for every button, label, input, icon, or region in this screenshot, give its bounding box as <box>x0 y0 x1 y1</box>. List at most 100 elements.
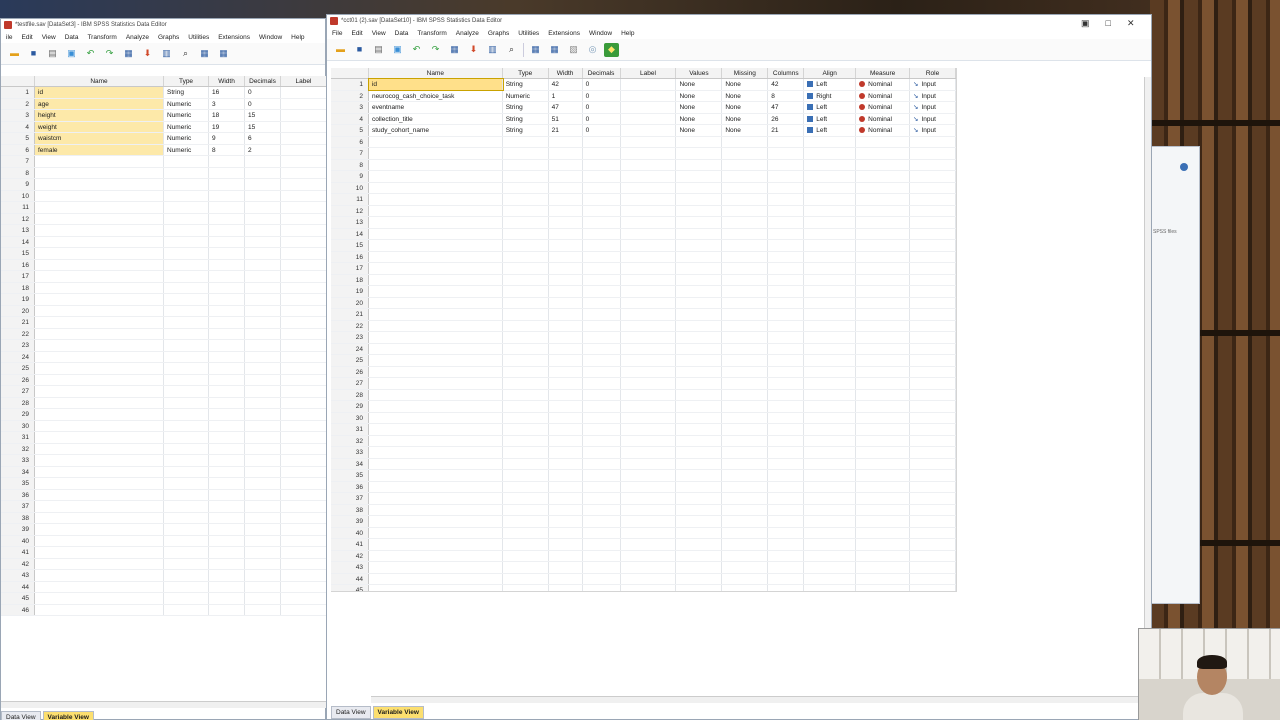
row-number[interactable]: 36 <box>331 481 369 492</box>
cell-measure[interactable]: Nominal <box>856 102 911 113</box>
cell-name[interactable] <box>35 271 164 282</box>
cell-missing[interactable] <box>722 343 769 354</box>
cell-type[interactable] <box>164 512 209 523</box>
cell-type[interactable]: Numeric <box>164 133 209 144</box>
cell-width[interactable] <box>209 432 245 443</box>
cell-type[interactable] <box>503 366 549 377</box>
row-number[interactable]: 2 <box>331 90 369 101</box>
table-row[interactable]: 18 <box>331 274 956 286</box>
cell-label[interactable] <box>281 512 327 523</box>
cell-role[interactable] <box>910 504 956 515</box>
cell-role[interactable] <box>910 389 956 400</box>
cell-label[interactable] <box>281 213 327 224</box>
cell-label[interactable] <box>281 271 327 282</box>
row-number[interactable]: 14 <box>1 236 35 247</box>
cell-label[interactable] <box>281 501 327 512</box>
cell-missing[interactable] <box>722 366 769 377</box>
cell-align[interactable] <box>804 286 857 297</box>
cell-values[interactable] <box>676 539 723 550</box>
cell-name[interactable] <box>369 343 503 354</box>
col-header-label[interactable]: Label <box>281 76 327 86</box>
cell-values[interactable]: None <box>676 79 723 90</box>
cell-width[interactable] <box>549 217 583 228</box>
cell-columns[interactable] <box>768 516 805 527</box>
cell-label[interactable] <box>621 297 677 308</box>
cell-label[interactable] <box>281 604 327 615</box>
row-number[interactable]: 22 <box>331 320 369 331</box>
cell-columns[interactable] <box>768 585 805 591</box>
cell-type[interactable] <box>503 136 549 147</box>
cell-width[interactable] <box>549 182 583 193</box>
cell-decimals[interactable] <box>583 539 621 550</box>
cell-columns[interactable] <box>768 217 805 228</box>
cell-missing[interactable] <box>722 481 769 492</box>
row-number[interactable]: 26 <box>331 366 369 377</box>
cell-values[interactable] <box>676 493 723 504</box>
cell-width[interactable] <box>549 320 583 331</box>
table-row[interactable]: 7 <box>1 156 327 168</box>
cell-decimals[interactable]: 0 <box>583 102 621 113</box>
cell-align[interactable] <box>804 263 857 274</box>
cell-decimals[interactable] <box>245 351 281 362</box>
cell-name[interactable] <box>369 447 503 458</box>
row-number[interactable]: 23 <box>331 332 369 343</box>
cell-name[interactable]: female <box>35 144 164 155</box>
cell-type[interactable] <box>164 225 209 236</box>
cell-role[interactable]: ↘ Input <box>910 79 956 90</box>
cell-label[interactable] <box>281 455 327 466</box>
table-row[interactable]: 39 <box>331 516 956 528</box>
row-number[interactable]: 21 <box>331 309 369 320</box>
cell-align[interactable]: Right <box>804 90 857 101</box>
cell-type[interactable] <box>503 228 549 239</box>
cell-decimals[interactable] <box>583 389 621 400</box>
col-header-type[interactable]: Type <box>503 68 549 78</box>
cell-width[interactable] <box>209 317 245 328</box>
menu-edit[interactable]: Edit <box>22 34 33 41</box>
cell-type[interactable] <box>503 401 549 412</box>
row-number[interactable]: 19 <box>331 286 369 297</box>
cell-values[interactable]: None <box>676 125 723 136</box>
row-number[interactable]: 31 <box>331 424 369 435</box>
table-row[interactable]: 18 <box>1 282 327 294</box>
cell-name[interactable] <box>369 194 503 205</box>
row-number[interactable]: 13 <box>1 225 35 236</box>
table-row[interactable]: 37 <box>331 493 956 505</box>
cell-type[interactable] <box>164 593 209 604</box>
cell-label[interactable] <box>621 171 677 182</box>
cell-columns[interactable] <box>768 205 805 216</box>
cell-type[interactable] <box>164 190 209 201</box>
cell-columns[interactable] <box>768 504 805 515</box>
cell-decimals[interactable] <box>245 547 281 558</box>
cell-type[interactable] <box>164 213 209 224</box>
row-number[interactable]: 16 <box>1 259 35 270</box>
row-number[interactable]: 24 <box>1 351 35 362</box>
cell-missing[interactable] <box>722 447 769 458</box>
cell-label[interactable] <box>621 240 677 251</box>
cell-name[interactable] <box>369 240 503 251</box>
cell-role[interactable] <box>910 585 956 591</box>
table-row[interactable]: 2 neurocog_cash_choice_task Numeric 1 0 None N… <box>331 90 956 102</box>
cell-width[interactable] <box>549 171 583 182</box>
cell-decimals[interactable] <box>245 305 281 316</box>
cell-name[interactable] <box>35 294 164 305</box>
cell-missing[interactable] <box>722 401 769 412</box>
cell-label[interactable] <box>621 527 677 538</box>
cell-name[interactable] <box>369 274 503 285</box>
cell-label[interactable] <box>621 125 677 136</box>
cell-decimals[interactable] <box>245 328 281 339</box>
cell-name[interactable] <box>35 558 164 569</box>
cell-label[interactable] <box>281 225 327 236</box>
row-number[interactable]: 36 <box>1 489 35 500</box>
row-number[interactable]: 27 <box>1 386 35 397</box>
table-row[interactable]: 8 <box>1 167 327 179</box>
menu-help[interactable]: Help <box>291 34 304 41</box>
cell-values[interactable] <box>676 573 723 584</box>
table-row[interactable]: 23 <box>331 332 956 344</box>
cell-columns[interactable] <box>768 182 805 193</box>
cell-decimals[interactable] <box>583 171 621 182</box>
cell-name[interactable] <box>35 604 164 615</box>
cell-type[interactable] <box>164 282 209 293</box>
right-horizontal-scrollbar[interactable] <box>371 696 1141 703</box>
cell-values[interactable] <box>676 297 723 308</box>
cell-label[interactable] <box>621 355 677 366</box>
